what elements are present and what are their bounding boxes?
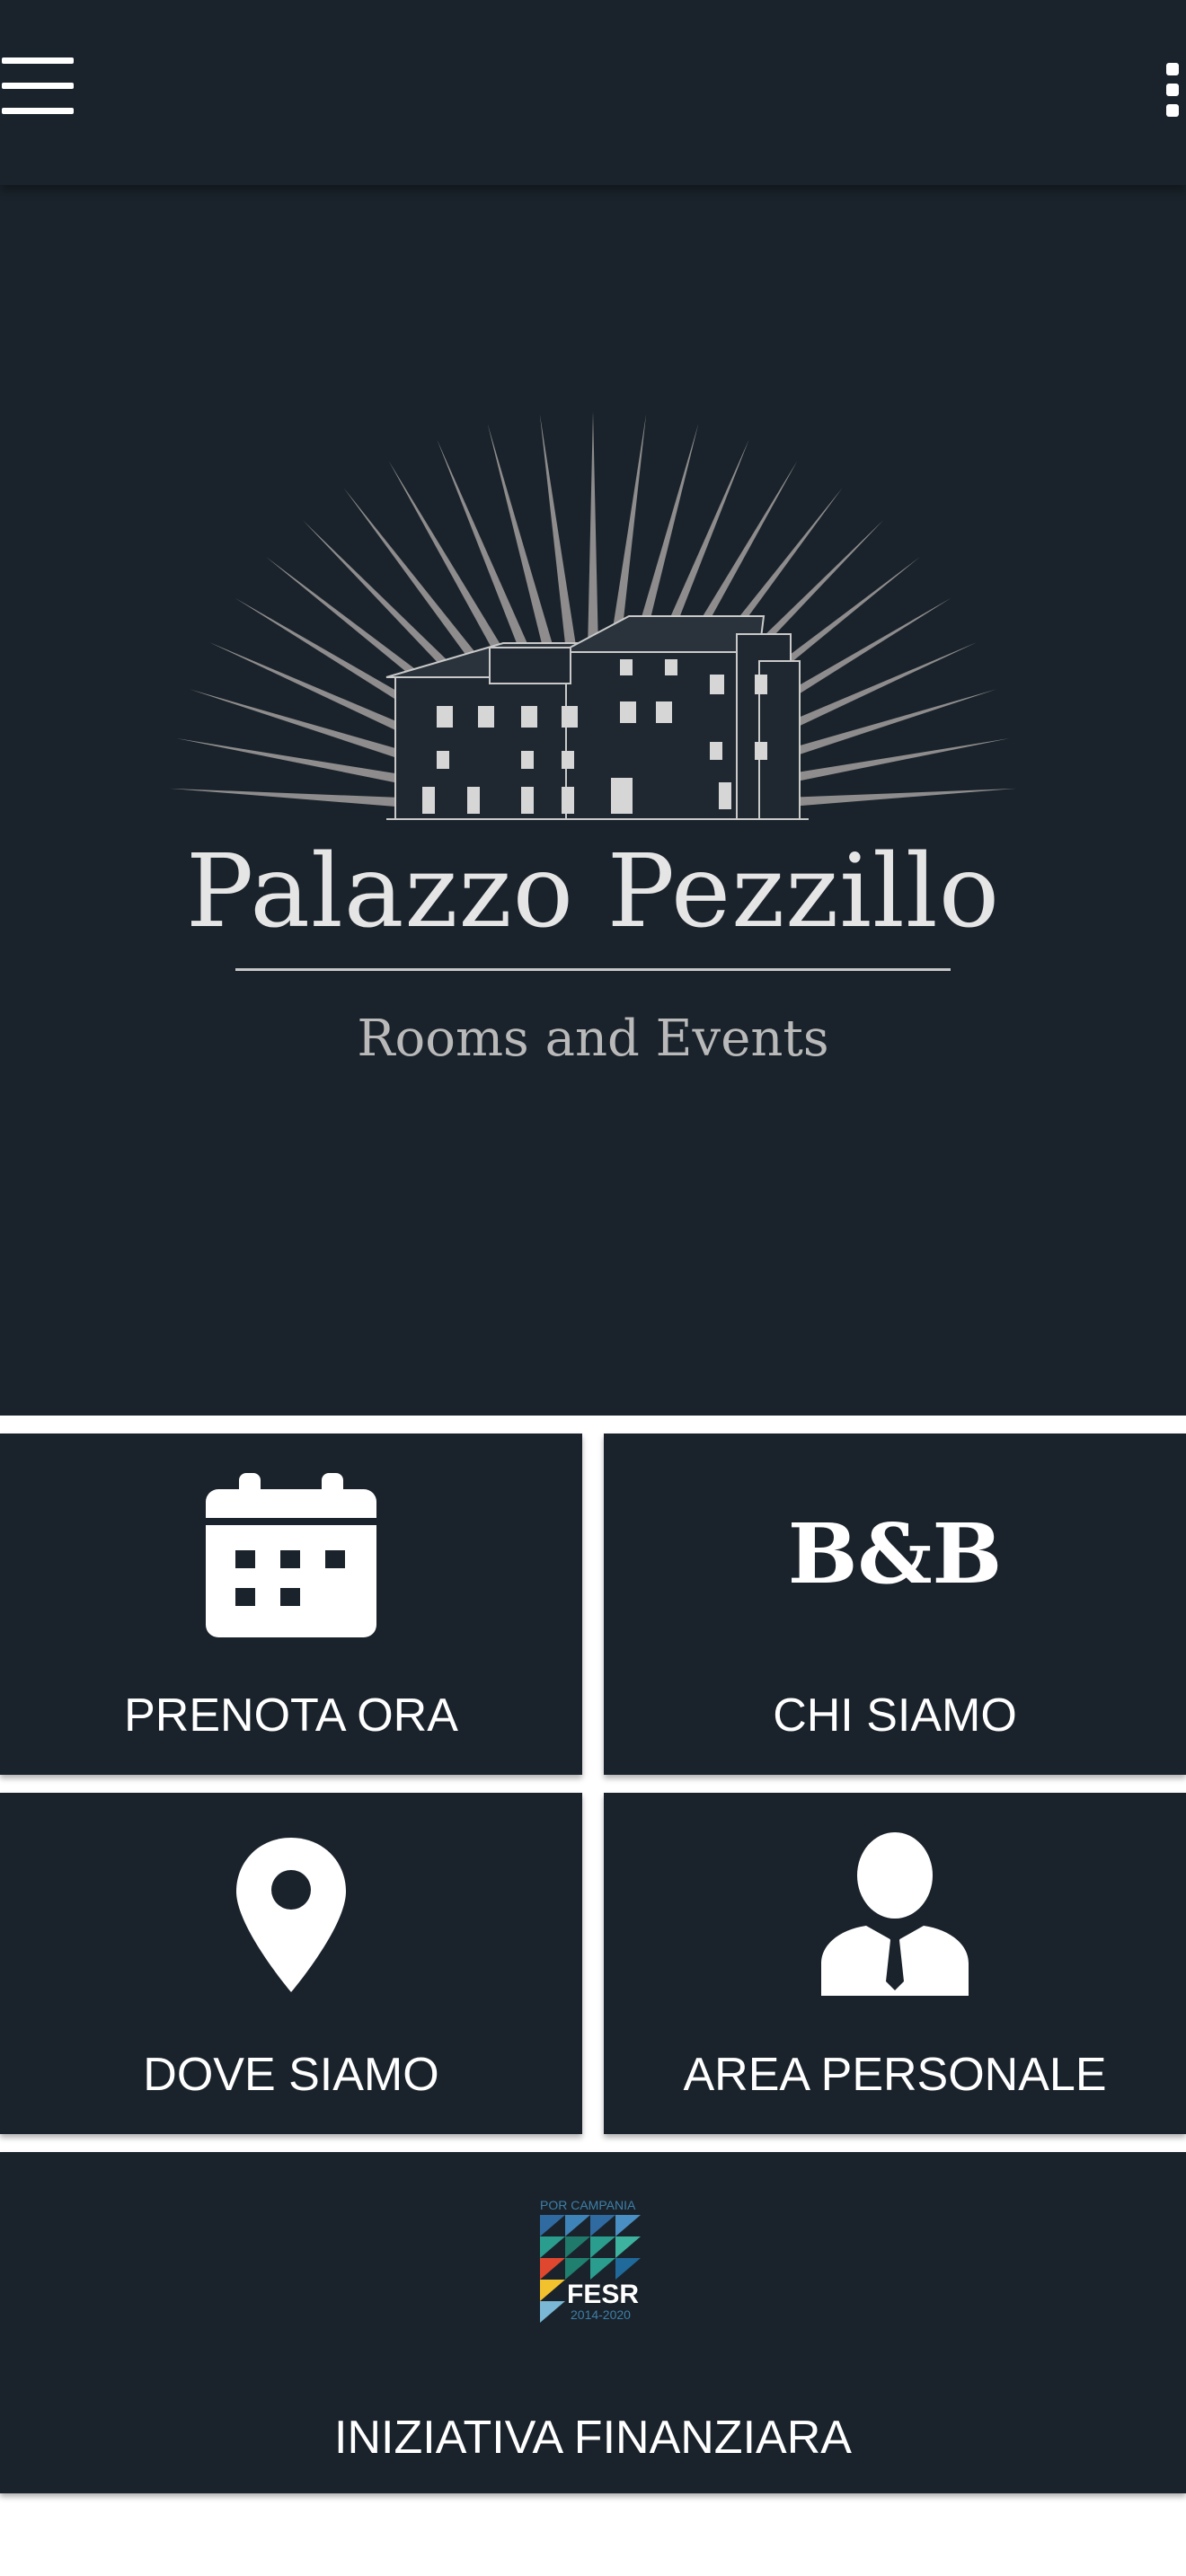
tile-dove-siamo[interactable]: DOVE SIAMO (0, 1793, 582, 2134)
logo-ray (587, 410, 599, 669)
tile-area-personale[interactable]: AREA PERSONALE (604, 1793, 1186, 2134)
hamburger-menu-icon[interactable] (0, 50, 81, 122)
more-vertical-icon[interactable] (1150, 54, 1186, 126)
app-bar (0, 0, 1186, 185)
svg-text:FESR: FESR (567, 2280, 639, 2309)
calendar-icon (206, 1473, 376, 1637)
location-pin-icon (236, 1838, 346, 1992)
tile-label: AREA PERSONALE (683, 2049, 1107, 2101)
svg-text:POR CAMPANIA: POR CAMPANIA (540, 2198, 636, 2212)
tile-label: PRENOTA ORA (124, 1689, 458, 1742)
brand-tagline: Rooms and Events (357, 1010, 829, 1068)
brand-name: Palazzo Pezzillo (185, 834, 1001, 950)
hero-banner: Palazzo Pezzillo Rooms and Events (0, 185, 1186, 1416)
brand-divider (235, 968, 951, 971)
por-campania-fesr-logo: POR CAMPANIA FESR 2014-2020 (540, 2198, 641, 2323)
palazzo-logo-icon (169, 410, 1017, 820)
bottom-spacer (0, 2504, 1186, 2576)
person-suit-icon (821, 1832, 969, 1996)
svg-text:2014-2020: 2014-2020 (571, 2307, 631, 2322)
tile-chi-siamo[interactable]: B&B CHI SIAMO (604, 1434, 1186, 1775)
tile-iniziativa-finanziaria[interactable]: POR CAMPANIA FESR 2014-2020 INIZIATIVA F… (0, 2152, 1186, 2493)
tile-prenota-ora[interactable]: PRENOTA ORA (0, 1434, 582, 1775)
bnb-text-icon: B&B (787, 1505, 1003, 1602)
tile-label: CHI SIAMO (773, 1689, 1017, 1742)
tile-label: DOVE SIAMO (143, 2049, 439, 2101)
tile-label: INIZIATIVA FINANZIARA (334, 2412, 852, 2464)
